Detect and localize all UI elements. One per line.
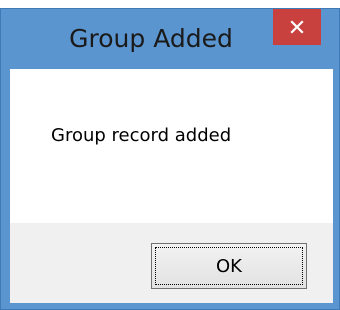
- ok-button[interactable]: OK: [151, 243, 307, 289]
- ok-button-label: OK: [216, 255, 242, 277]
- message-area: Group record added: [10, 69, 333, 223]
- close-button[interactable]: [273, 9, 321, 45]
- dialog-title: Group Added: [69, 24, 233, 53]
- background-strip: [0, 0, 340, 8]
- dialog-window: Group Added Group record added OK: [0, 8, 340, 310]
- message-text: Group record added: [51, 125, 232, 146]
- dialog-body: Group record added OK: [10, 69, 333, 303]
- close-icon: [290, 20, 304, 34]
- title-bar[interactable]: Group Added: [1, 9, 339, 69]
